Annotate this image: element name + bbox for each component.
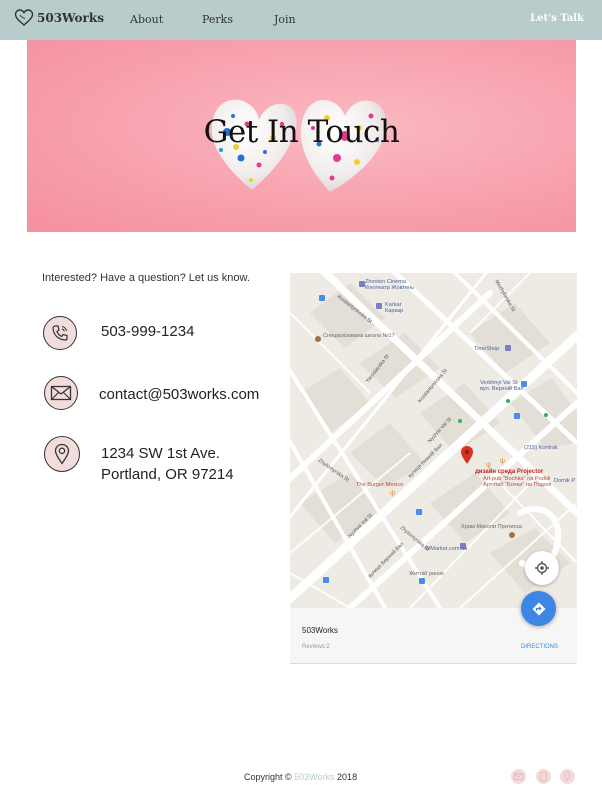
envelope-icon: [44, 376, 78, 410]
place-reviews-link[interactable]: Reviews:2: [302, 644, 330, 650]
page-title: Get In Touch: [203, 114, 400, 150]
address-line-1: 1234 SW 1st Ave.: [101, 445, 220, 462]
footer-phone-button[interactable]: [536, 769, 551, 784]
svg-text:Спеціалізована школа №17: Спеціалізована школа №17: [323, 333, 395, 339]
svg-text:вул. Верхній Вал: вул. Верхній Вал: [480, 385, 524, 392]
brand-name: 503Works: [37, 11, 104, 25]
directions-link[interactable]: DIRECTIONS: [521, 644, 558, 650]
svg-text:ψ: ψ: [390, 490, 395, 497]
envelope-icon: [514, 773, 523, 780]
address-block: 1234 SW 1st Ave. Portland, OR 97214: [101, 443, 234, 485]
address-line-2: Portland, OR 97214: [101, 466, 234, 483]
footer-brand-link[interactable]: 503Works: [294, 772, 334, 782]
copyright-prefix: Copyright ©: [244, 772, 292, 782]
copyright-text: Copyright © 503Works 2018: [244, 772, 357, 782]
location-pin-icon: [44, 436, 80, 472]
svg-text:Каркар: Каркар: [385, 308, 403, 314]
place-name: 503Works: [302, 626, 338, 635]
svg-text:Житній ринок: Житній ринок: [409, 570, 444, 577]
svg-text:WMarket.com.ua: WMarket.com.ua: [425, 546, 468, 552]
directions-icon: [532, 602, 545, 615]
heart-logo-icon: [14, 9, 34, 26]
phone-number-link[interactable]: 503-999-1234: [101, 321, 194, 342]
lets-talk-button[interactable]: Let's Talk: [530, 13, 584, 24]
svg-text:Арт-паб "Бочка" на Подолі: Арт-паб "Бочка" на Подолі: [483, 482, 551, 488]
svg-text:The Burger Mexico: The Burger Mexico: [356, 482, 403, 488]
footer-email-button[interactable]: [511, 769, 526, 784]
nav-link-about[interactable]: About: [130, 13, 163, 26]
nav-link-join[interactable]: Join: [274, 13, 296, 26]
footer-location-button[interactable]: [560, 769, 575, 784]
brand-logo[interactable]: 503Works: [14, 8, 104, 28]
svg-text:ψ: ψ: [486, 462, 491, 469]
phone-icon: [43, 316, 77, 350]
svg-text:TimeShop: TimeShop: [474, 346, 499, 352]
my-location-button[interactable]: [525, 551, 559, 585]
svg-text:Кінотеатр Жовтень: Кінотеатр Жовтень: [365, 285, 414, 291]
crosshair-icon: [535, 561, 549, 575]
directions-button[interactable]: [521, 591, 556, 626]
location-pin-icon: [564, 772, 571, 781]
copyright-year: 2018: [337, 772, 358, 782]
contact-intro: Interested? Have a question? Let us know…: [42, 272, 250, 284]
svg-text:(215) Kontrak: (215) Kontrak: [524, 445, 558, 451]
svg-text:дизайн среда Projector: дизайн среда Projector: [475, 468, 544, 475]
svg-text:Domik P: Domik P: [554, 478, 575, 484]
mobile-phone-icon: [540, 772, 547, 781]
svg-text:ψ: ψ: [500, 458, 505, 465]
email-link[interactable]: contact@503works.com: [99, 384, 259, 405]
top-nav: 503Works About Perks Join Let's Talk: [0, 0, 602, 40]
hero-banner: Get In Touch: [27, 40, 576, 232]
nav-link-perks[interactable]: Perks: [202, 13, 233, 26]
svg-text:Храм Миколи Притиска: Храм Миколи Притиска: [461, 524, 523, 530]
